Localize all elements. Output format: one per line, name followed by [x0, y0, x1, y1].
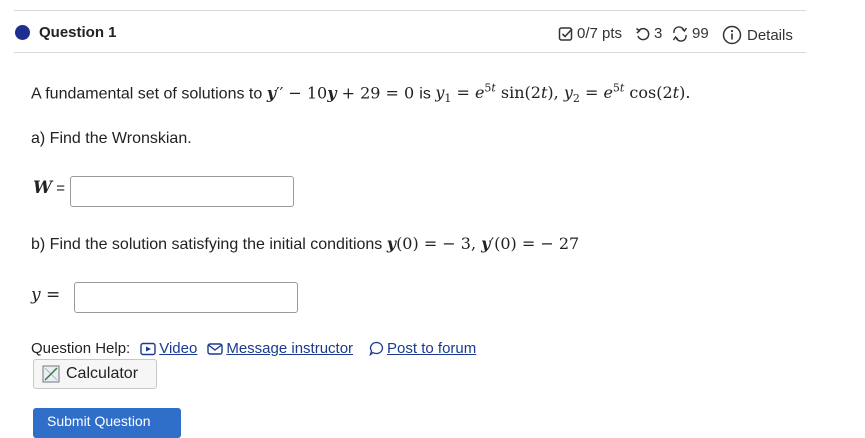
initial-conditions: y(0) = − 3, y′(0) = − 27: [386, 234, 580, 253]
solution-label: y =: [31, 285, 61, 305]
problem-intro: A fundamental set of solutions to: [31, 85, 263, 103]
question-title: Question 1: [39, 24, 117, 41]
retry-icon: [636, 27, 650, 40]
part-b-text: b) Find the solution satisfying the init…: [31, 236, 383, 253]
forum-link[interactable]: Post to forum: [369, 340, 476, 357]
forum-label: Post to forum: [387, 340, 477, 357]
calculator-label: Calculator: [66, 365, 139, 382]
solution-input[interactable]: [74, 282, 298, 313]
points-indicator: 0/7 pts: [558, 25, 622, 42]
details-link[interactable]: Details: [722, 25, 793, 45]
retries-indicator: 99: [671, 25, 709, 42]
video-icon: [140, 342, 156, 355]
video-link[interactable]: Video: [140, 340, 197, 357]
points-text: 0/7 pts: [577, 25, 623, 42]
attempts-indicator: 3: [635, 25, 662, 42]
top-divider: [14, 10, 806, 11]
attempts-icon: [672, 25, 688, 42]
calculator-icon: [42, 365, 60, 383]
retries-count: 99: [692, 25, 709, 42]
forum-icon: [369, 341, 384, 356]
info-icon: [722, 25, 742, 45]
differential-equation: y′′ − 10y + 29 = 0: [266, 83, 420, 103]
message-label: Message instructor: [226, 340, 354, 357]
mail-icon: [207, 342, 224, 355]
question-status-dot: [15, 25, 30, 40]
points-check-icon: [558, 26, 573, 41]
message-instructor-link[interactable]: Message instructor: [207, 340, 353, 357]
calculator-button[interactable]: Calculator: [33, 359, 157, 389]
solution-set: y1 = e5t sin(2t), y2 = e5t cos(2t).: [435, 82, 691, 106]
details-label: Details: [747, 26, 793, 44]
header-divider: [14, 52, 806, 53]
wronskian-input[interactable]: [70, 176, 294, 207]
problem-is: is: [419, 85, 431, 103]
attempts-count: 3: [654, 25, 663, 42]
submit-question-button[interactable]: Submit Question: [33, 408, 181, 438]
part-b-prompt: b) Find the solution satisfying the init…: [31, 234, 579, 254]
help-label: Question Help:: [31, 340, 131, 357]
wronskian-label: W =: [33, 178, 66, 198]
problem-statement: A fundamental set of solutions to y′′ − …: [31, 82, 690, 106]
question-help: Question Help: Video Message instructor …: [31, 340, 476, 357]
part-a-prompt: a) Find the Wronskian.: [31, 130, 192, 147]
video-label: Video: [159, 340, 198, 357]
